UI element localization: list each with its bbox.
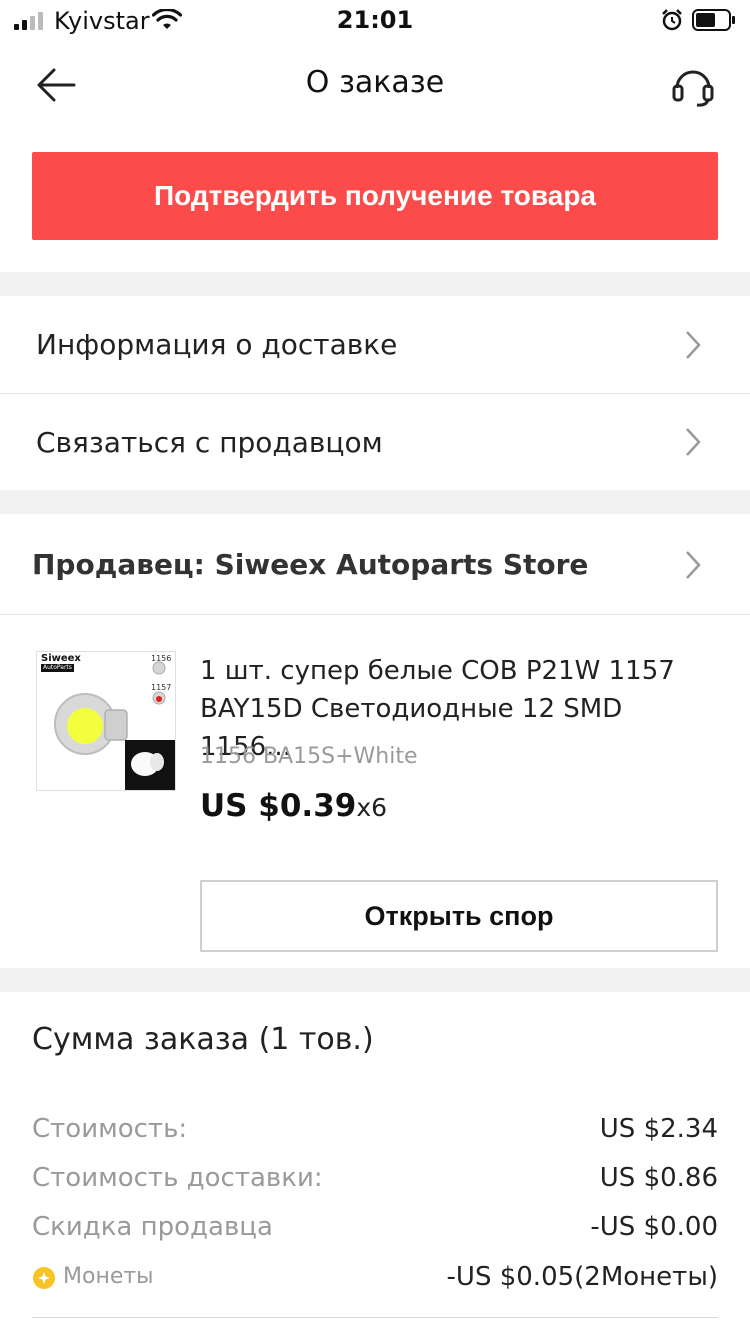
seller-name: Продавец: Siweex Autoparts Store: [32, 547, 589, 581]
product-quantity: x6: [356, 793, 388, 822]
image-tag-1156: 1156: [151, 654, 172, 663]
chevron-right-icon: [686, 551, 701, 579]
coin-icon: [33, 1267, 55, 1289]
subtotal-label: Стоимость:: [32, 1114, 188, 1144]
coins-label: Монеты: [63, 1264, 154, 1289]
shipping-value: US $0.86: [599, 1163, 718, 1193]
delivery-info-row[interactable]: Информация о доставке: [0, 296, 750, 393]
seller-discount-value: -US $0.00: [590, 1212, 718, 1242]
divider: [0, 614, 750, 615]
delivery-info-label: Информация о доставке: [36, 328, 398, 361]
product-variant: 1156 BA15S+White: [200, 744, 418, 769]
coins-value: -US $0.05(2Монеты): [446, 1262, 718, 1292]
confirm-receipt-button[interactable]: Подтвердить получение товара: [32, 152, 718, 240]
section-gap: [0, 968, 750, 992]
status-bar: Kyivstar 21:01: [0, 0, 750, 40]
battery-icon: [692, 9, 735, 31]
headset-icon[interactable]: [670, 62, 716, 108]
seller-row[interactable]: Продавец: Siweex Autoparts Store: [0, 514, 750, 614]
page-title: О заказе: [305, 65, 445, 100]
seller-discount-label: Скидка продавца: [32, 1212, 273, 1242]
order-summary-title: Сумма заказа (1 тов.): [32, 1022, 374, 1057]
chevron-right-icon: [686, 331, 701, 359]
subtotal-value: US $2.34: [599, 1114, 718, 1144]
image-brand: Siweex: [41, 653, 81, 664]
chevron-right-icon: [686, 428, 701, 456]
image-tag-1157: 1157: [151, 683, 172, 692]
product-thumbnail[interactable]: Siweex AutoParts 1156 1157: [36, 651, 176, 791]
contact-seller-label: Связаться с продавцом: [36, 425, 383, 459]
section-gap: [0, 490, 750, 514]
image-brand-sub: AutoParts: [41, 664, 74, 672]
divider: [32, 1317, 718, 1318]
price-line: US $0.39x6: [200, 788, 387, 824]
alarm-icon: [662, 9, 682, 31]
status-time: 21:01: [336, 6, 414, 34]
shipping-label: Стоимость доставки:: [32, 1163, 323, 1193]
product-price: US $0.39: [200, 788, 357, 824]
contact-seller-row[interactable]: Связаться с продавцом: [0, 394, 750, 490]
open-dispute-button[interactable]: Открыть спор: [200, 880, 718, 952]
section-gap: [0, 272, 750, 296]
led-bulb-image: [37, 652, 175, 790]
